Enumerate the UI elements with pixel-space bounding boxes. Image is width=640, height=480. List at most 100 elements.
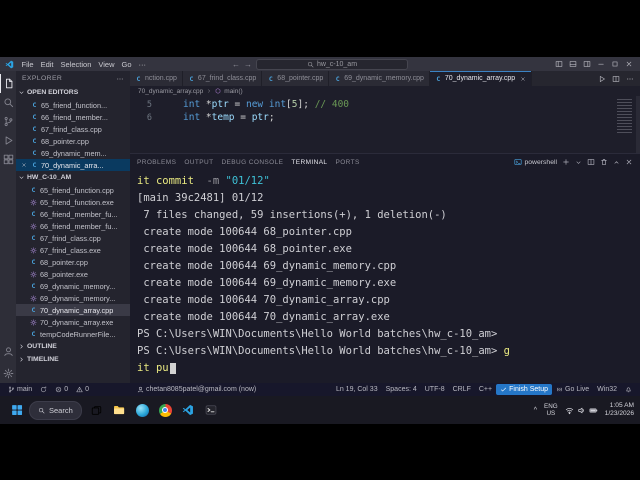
taskbar-vscode[interactable] bbox=[178, 400, 199, 421]
editor-scrollbar[interactable] bbox=[636, 96, 640, 153]
toggle-panel-icon[interactable] bbox=[569, 60, 577, 68]
new-terminal-icon[interactable] bbox=[562, 158, 570, 166]
code-editor[interactable]: 5 int * ptr = new int[5]; // 400 6 int * temp… bbox=[130, 96, 640, 153]
language-indicator[interactable]: ENG US bbox=[544, 403, 558, 417]
panel-tab-terminal[interactable]: TERMINAL bbox=[291, 154, 328, 171]
tree-item[interactable]: 67_frind_class.exe bbox=[16, 244, 130, 256]
run-code-icon[interactable] bbox=[598, 75, 606, 83]
cursor-position[interactable]: Ln 19, Col 33 bbox=[332, 386, 382, 393]
open-editors-header[interactable]: OPEN EDITORS bbox=[16, 86, 130, 99]
platform[interactable]: Win32 bbox=[593, 386, 621, 393]
more-editor-actions-icon[interactable] bbox=[626, 75, 634, 83]
quick-settings[interactable] bbox=[565, 406, 598, 415]
sidebar-more-actions-icon[interactable] bbox=[116, 75, 124, 83]
tab-67-frind-class-cpp[interactable]: C 67_frind_class.cpp bbox=[182, 71, 263, 86]
warnings[interactable]: 0 bbox=[72, 386, 93, 393]
activitybar-extensions[interactable] bbox=[0, 150, 16, 169]
menu-selection[interactable]: Selection bbox=[57, 60, 95, 69]
taskbar-clock[interactable]: 1:05 AM 1/23/2026 bbox=[605, 402, 634, 418]
encoding[interactable]: UTF-8 bbox=[421, 386, 449, 393]
nav-back-icon[interactable]: ← bbox=[232, 60, 240, 69]
section-outline[interactable]: OUTLINE bbox=[16, 340, 130, 353]
activitybar-account[interactable] bbox=[0, 342, 16, 361]
menu-edit[interactable]: Edit bbox=[37, 60, 57, 69]
sync-status[interactable] bbox=[36, 386, 51, 393]
close-editor-icon[interactable] bbox=[20, 162, 28, 168]
tab-68-pointer-cpp[interactable]: C 68_pointer.cpp bbox=[262, 71, 330, 86]
close-icon[interactable] bbox=[21, 162, 27, 168]
open-editor-item[interactable]: C 65_friend_function... bbox=[16, 99, 130, 111]
activitybar-settings[interactable] bbox=[0, 364, 16, 383]
maximize-button[interactable] bbox=[611, 60, 619, 68]
toggle-secondary-sidebar-icon[interactable] bbox=[583, 60, 591, 68]
toggle-sidebar-icon[interactable] bbox=[555, 60, 563, 68]
menu-file[interactable]: File bbox=[18, 60, 37, 69]
tab-70-dynamic-array-cpp[interactable]: C 70_dynamic_array.cpp bbox=[429, 71, 533, 86]
finish-setup[interactable]: Finish Setup bbox=[496, 384, 553, 395]
maximize-panel-icon[interactable] bbox=[613, 159, 620, 166]
tree-item[interactable]: C 66_friend_member_fu... bbox=[16, 208, 130, 220]
tree-item[interactable]: C 70_dynamic_array.cpp bbox=[16, 304, 130, 316]
split-terminal-icon[interactable] bbox=[587, 158, 595, 166]
language-mode[interactable]: C++ bbox=[475, 386, 496, 393]
activitybar-run-debug[interactable] bbox=[0, 131, 16, 150]
panel-tab-debug-console[interactable]: DEBUG CONSOLE bbox=[221, 154, 283, 171]
account-sync[interactable]: chetan8085patel@gmail.com (now) bbox=[133, 386, 260, 393]
open-editor-item[interactable]: C 68_pointer.cpp bbox=[16, 135, 130, 147]
menu-go[interactable]: Go bbox=[118, 60, 135, 69]
activitybar-source-control[interactable] bbox=[0, 112, 16, 131]
indentation[interactable]: Spaces: 4 bbox=[382, 386, 421, 393]
terminal-dropdown-icon[interactable] bbox=[575, 159, 582, 166]
tree-item[interactable]: 66_friend_member_fu... bbox=[16, 220, 130, 232]
go-live[interactable]: Go Live bbox=[552, 386, 593, 393]
tree-item[interactable]: 68_pointer.exe bbox=[16, 268, 130, 280]
tree-item[interactable]: CtempCodeRunnerFile... bbox=[16, 328, 130, 340]
breadcrumb[interactable]: 70_dynamic_array.cpp main() bbox=[130, 86, 640, 96]
activitybar-explorer[interactable] bbox=[0, 74, 16, 93]
hidden-icons-chevron[interactable]: ^ bbox=[534, 407, 537, 414]
open-editor-item[interactable]: C 69_dynamic_mem... bbox=[16, 147, 130, 159]
kill-terminal-icon[interactable] bbox=[600, 158, 608, 166]
terminal-output[interactable]: it commit -m "01/12" [main 39c2481] 01/12… bbox=[130, 170, 640, 383]
notifications[interactable] bbox=[621, 386, 636, 393]
open-editor-item[interactable]: C 67_frind_class.cpp bbox=[16, 123, 130, 135]
taskbar-chrome[interactable] bbox=[155, 400, 176, 421]
terminal-shell-label[interactable]: powershell bbox=[513, 158, 557, 166]
menu-more[interactable]: ··· bbox=[135, 60, 150, 69]
taskbar-task-view[interactable] bbox=[86, 400, 107, 421]
menu-view[interactable]: View bbox=[95, 60, 118, 69]
panel-tab-ports[interactable]: PORTS bbox=[335, 154, 359, 171]
tree-item[interactable]: C 68_pointer.cpp bbox=[16, 256, 130, 268]
tab-69-dynamic-memory-cpp[interactable]: C 69_dynamic_memory.cpp bbox=[329, 71, 430, 86]
breadcrumb-file[interactable]: 70_dynamic_array.cpp bbox=[138, 88, 203, 95]
open-editor-item[interactable]: C 66_friend_member... bbox=[16, 111, 130, 123]
tab-close-icon[interactable] bbox=[520, 76, 526, 82]
tree-item[interactable]: C 69_dynamic_memory... bbox=[16, 280, 130, 292]
errors[interactable]: 0 bbox=[51, 386, 72, 393]
tree-item[interactable]: C 65_friend_function.cpp bbox=[16, 184, 130, 196]
branch-status[interactable]: main bbox=[4, 386, 36, 393]
nav-forward-icon[interactable]: → bbox=[244, 60, 252, 69]
panel-tab-problems[interactable]: PROBLEMS bbox=[137, 154, 176, 171]
taskbar-edge[interactable] bbox=[132, 400, 153, 421]
taskbar-file-explorer[interactable] bbox=[109, 400, 130, 421]
tree-item[interactable]: 65_friend_function.exe bbox=[16, 196, 130, 208]
tree-item[interactable]: C 67_frind_class.cpp bbox=[16, 232, 130, 244]
tab-nction-cpp[interactable]: Cnction.cpp bbox=[130, 71, 183, 86]
activitybar-search[interactable] bbox=[0, 93, 16, 112]
eol[interactable]: CRLF bbox=[449, 386, 475, 393]
minimize-button[interactable] bbox=[597, 60, 605, 68]
tree-item[interactable]: 69_dynamic_memory... bbox=[16, 292, 130, 304]
section-timeline[interactable]: TIMELINE bbox=[16, 353, 130, 366]
close-window-button[interactable] bbox=[625, 60, 633, 68]
breadcrumb-symbol[interactable]: main() bbox=[224, 88, 242, 95]
split-editor-icon[interactable] bbox=[612, 75, 620, 83]
folder-header[interactable]: HW_C-10_AM bbox=[16, 171, 130, 184]
tree-item[interactable]: 70_dynamic_array.exe bbox=[16, 316, 130, 328]
search-box[interactable]: hw_c-10_am bbox=[256, 59, 408, 70]
open-editor-item[interactable]: C 70_dynamic_arra... bbox=[16, 159, 130, 171]
taskbar-terminal[interactable] bbox=[201, 400, 222, 421]
start-button[interactable] bbox=[6, 400, 27, 421]
panel-tab-output[interactable]: OUTPUT bbox=[184, 154, 213, 171]
close-panel-icon[interactable] bbox=[625, 158, 633, 166]
